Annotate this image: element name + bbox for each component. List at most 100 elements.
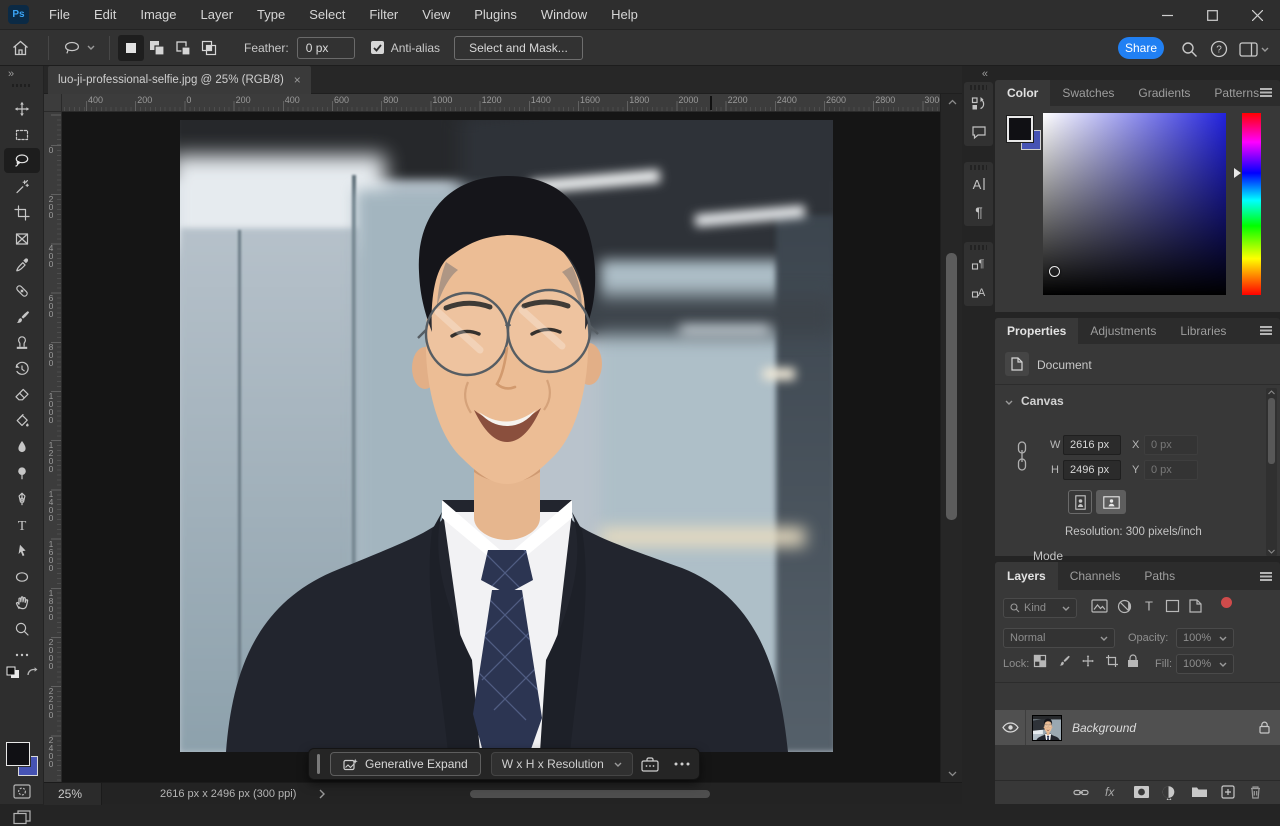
move-tool[interactable]	[4, 96, 40, 121]
close-button[interactable]	[1235, 0, 1280, 30]
home-icon[interactable]	[0, 40, 40, 56]
height-field[interactable]: 2496 px	[1063, 460, 1121, 480]
hue-slider-marker[interactable]	[1234, 168, 1241, 178]
properties-scrollbar[interactable]	[1266, 388, 1277, 556]
quick-mask-icon[interactable]	[12, 782, 32, 800]
taskbar-drag-handle[interactable]	[317, 754, 320, 774]
lock-all-icon[interactable]	[1127, 654, 1139, 668]
generative-expand-button[interactable]: Generative Expand	[330, 752, 481, 776]
canvas-pasteboard[interactable]	[62, 112, 940, 782]
menu-item-window[interactable]: Window	[529, 0, 599, 30]
filter-smart-objects-icon[interactable]	[1189, 599, 1202, 613]
clone-stamp-tool[interactable]	[4, 330, 40, 355]
expand-panels-icon[interactable]: «	[982, 68, 987, 80]
add-layer-mask-icon[interactable]	[1133, 785, 1150, 799]
crop-tool[interactable]	[4, 200, 40, 225]
eraser-tool[interactable]	[4, 382, 40, 407]
opacity-field[interactable]: 100%	[1176, 628, 1234, 648]
horizontal-scrollbar[interactable]	[364, 789, 940, 799]
foreground-color-swatch[interactable]	[6, 742, 30, 766]
screen-mode-icon[interactable]	[12, 808, 32, 826]
comments-panel-icon[interactable]	[964, 118, 993, 146]
healing-brush-tool[interactable]	[4, 278, 40, 303]
foreground-color-well[interactable]	[1007, 116, 1033, 142]
layer-filter-kind-dropdown[interactable]: Kind	[1003, 598, 1077, 618]
canvas-section-chevron-icon[interactable]	[1005, 400, 1013, 405]
share-button[interactable]: Share	[1118, 37, 1164, 59]
anti-alias-checkbox[interactable]	[371, 41, 384, 54]
more-options-icon[interactable]	[667, 762, 697, 766]
ruler-horizontal[interactable]: 4002000200400600800100012001400160018002…	[62, 94, 940, 112]
delete-layer-icon[interactable]	[1249, 785, 1262, 799]
tab-gradients[interactable]: Gradients	[1126, 80, 1202, 106]
canvas-image[interactable]	[1033, 716, 1034, 741]
tab-close-icon[interactable]: ×	[294, 73, 301, 87]
color-field[interactable]	[1043, 113, 1226, 295]
panel-menu-icon[interactable]	[1260, 88, 1272, 97]
lock-artboard-icon[interactable]	[1105, 654, 1119, 668]
menu-item-help[interactable]: Help	[599, 0, 650, 30]
lock-position-icon[interactable]	[1081, 654, 1095, 668]
layer-filter-toggle[interactable]	[1221, 597, 1232, 608]
tab-swatches[interactable]: Swatches	[1050, 80, 1126, 106]
lock-pixels-icon[interactable]	[1057, 654, 1071, 668]
properties-toolbag-icon[interactable]	[633, 757, 667, 772]
maximize-button[interactable]	[1190, 0, 1235, 30]
color-field-marker[interactable]	[1049, 266, 1060, 277]
edit-toolbar-icon[interactable]	[4, 642, 40, 667]
menu-item-select[interactable]: Select	[297, 0, 357, 30]
dodge-tool[interactable]	[4, 460, 40, 485]
ruler-vertical[interactable]: 0200400600800100012001400160018002000220…	[44, 112, 62, 782]
type-tool[interactable]: T	[4, 512, 40, 537]
pen-tool[interactable]	[4, 486, 40, 511]
scroll-down-icon[interactable]	[941, 766, 963, 782]
tab-layers[interactable]: Layers	[995, 562, 1058, 590]
link-dimensions-icon[interactable]	[1015, 441, 1029, 471]
scroll-up-icon[interactable]	[941, 94, 963, 110]
path-selection-tool[interactable]	[4, 538, 40, 563]
menu-item-file[interactable]: File	[37, 0, 82, 30]
paragraph-panel-icon[interactable]: ¶	[964, 198, 993, 226]
brush-tool[interactable]	[4, 304, 40, 329]
new-selection-icon[interactable]	[118, 35, 144, 61]
filter-adjustment-layers-icon[interactable]	[1117, 599, 1132, 614]
expand-preset-dropdown[interactable]: W x H x Resolution	[491, 752, 633, 776]
orientation-portrait-button[interactable]	[1068, 490, 1092, 514]
vertical-scrollbar[interactable]	[940, 94, 962, 782]
layer-row-background[interactable]: Background	[995, 710, 1280, 745]
tab-adjustments[interactable]: Adjustments	[1078, 318, 1168, 344]
canvas-image[interactable]	[180, 120, 833, 752]
layer-name[interactable]: Background	[1072, 721, 1136, 735]
panel-menu-icon[interactable]	[1260, 572, 1272, 581]
layer-effects-icon[interactable]: fx	[1105, 785, 1114, 799]
tab-libraries[interactable]: Libraries	[1168, 318, 1238, 344]
swap-colors-icon[interactable]	[26, 666, 40, 680]
fill-field[interactable]: 100%	[1176, 654, 1234, 674]
zoom-tool[interactable]	[4, 616, 40, 641]
workspace-switcher-icon[interactable]	[1238, 38, 1270, 60]
paint-bucket-tool[interactable]	[4, 408, 40, 433]
status-expand-icon[interactable]	[318, 789, 326, 799]
search-icon[interactable]	[1178, 38, 1200, 60]
zoom-level-field[interactable]: 25%	[44, 783, 102, 805]
layer-visibility-eye-icon[interactable]	[995, 722, 1025, 733]
filter-type-layers-icon[interactable]: T	[1142, 598, 1156, 613]
glyphs-panel-icon[interactable]: ¶	[964, 250, 993, 278]
new-layer-icon[interactable]	[1221, 785, 1235, 799]
tab-channels[interactable]: Channels	[1058, 562, 1133, 590]
menu-item-edit[interactable]: Edit	[82, 0, 128, 30]
magic-wand-tool[interactable]	[4, 174, 40, 199]
menu-item-plugins[interactable]: Plugins	[462, 0, 529, 30]
link-layers-icon[interactable]	[1073, 786, 1089, 799]
minimize-button[interactable]	[1145, 0, 1190, 30]
toolbar-expand-icon[interactable]: »	[8, 68, 13, 80]
select-and-mask-button[interactable]: Select and Mask...	[454, 36, 583, 60]
menu-item-filter[interactable]: Filter	[357, 0, 410, 30]
menu-item-view[interactable]: View	[410, 0, 462, 30]
properties-scrollbar-thumb[interactable]	[1268, 398, 1275, 464]
help-icon[interactable]: ?	[1208, 38, 1230, 60]
new-group-icon[interactable]	[1191, 785, 1208, 798]
panel-menu-icon[interactable]	[1260, 326, 1272, 335]
intersect-selection-icon[interactable]	[196, 35, 222, 61]
menu-item-type[interactable]: Type	[245, 0, 297, 30]
